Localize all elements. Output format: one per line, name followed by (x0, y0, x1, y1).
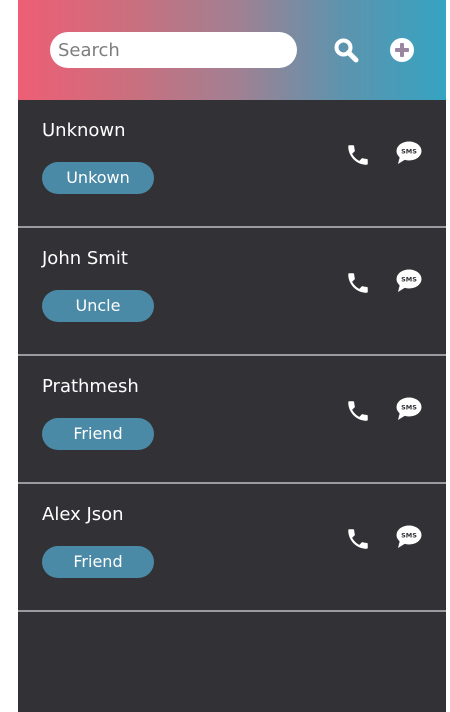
sms-bubble-icon: SMS (396, 269, 422, 292)
sms-bubble-icon: SMS (396, 141, 422, 164)
sms-button[interactable]: SMS (396, 141, 422, 165)
sms-label: SMS (401, 276, 417, 284)
phone-icon (348, 529, 368, 549)
contact-name: Alex Json (42, 504, 124, 525)
contact-name: John Smit (42, 248, 128, 269)
plus-circle-icon (390, 38, 414, 62)
phone-icon (348, 401, 368, 421)
add-contact-button[interactable] (389, 37, 415, 63)
contact-tag: Unkown (42, 162, 154, 194)
contact-card[interactable]: Prathmesh Friend SMS (18, 356, 446, 484)
contacts-app: Unknown Unkown SMS John Smit Uncle (18, 0, 446, 712)
sms-label: SMS (401, 148, 417, 156)
sms-bubble-icon: SMS (396, 397, 422, 420)
contact-name: Prathmesh (42, 376, 139, 397)
sms-button[interactable]: SMS (396, 397, 422, 421)
contact-card[interactable]: John Smit Uncle SMS (18, 228, 446, 356)
sms-button[interactable]: SMS (396, 525, 422, 549)
contact-tag: Uncle (42, 290, 154, 322)
call-button[interactable] (345, 270, 371, 296)
search-input[interactable] (50, 32, 297, 68)
sms-button[interactable]: SMS (396, 269, 422, 293)
contact-tag: Friend (42, 418, 154, 450)
contact-name: Unknown (42, 120, 126, 141)
sms-bubble-icon: SMS (396, 525, 422, 548)
search-icon (334, 38, 359, 63)
contact-tag: Friend (42, 546, 154, 578)
phone-icon (348, 145, 368, 165)
sms-label: SMS (401, 532, 417, 540)
header-bar (18, 0, 446, 100)
call-button[interactable] (345, 142, 371, 168)
phone-icon (348, 273, 368, 293)
search-button[interactable] (333, 37, 359, 63)
call-button[interactable] (345, 526, 371, 552)
sms-label: SMS (401, 404, 417, 412)
contact-card[interactable]: Alex Json Friend SMS (18, 484, 446, 612)
contact-card[interactable]: Unknown Unkown SMS (18, 100, 446, 228)
call-button[interactable] (345, 398, 371, 424)
